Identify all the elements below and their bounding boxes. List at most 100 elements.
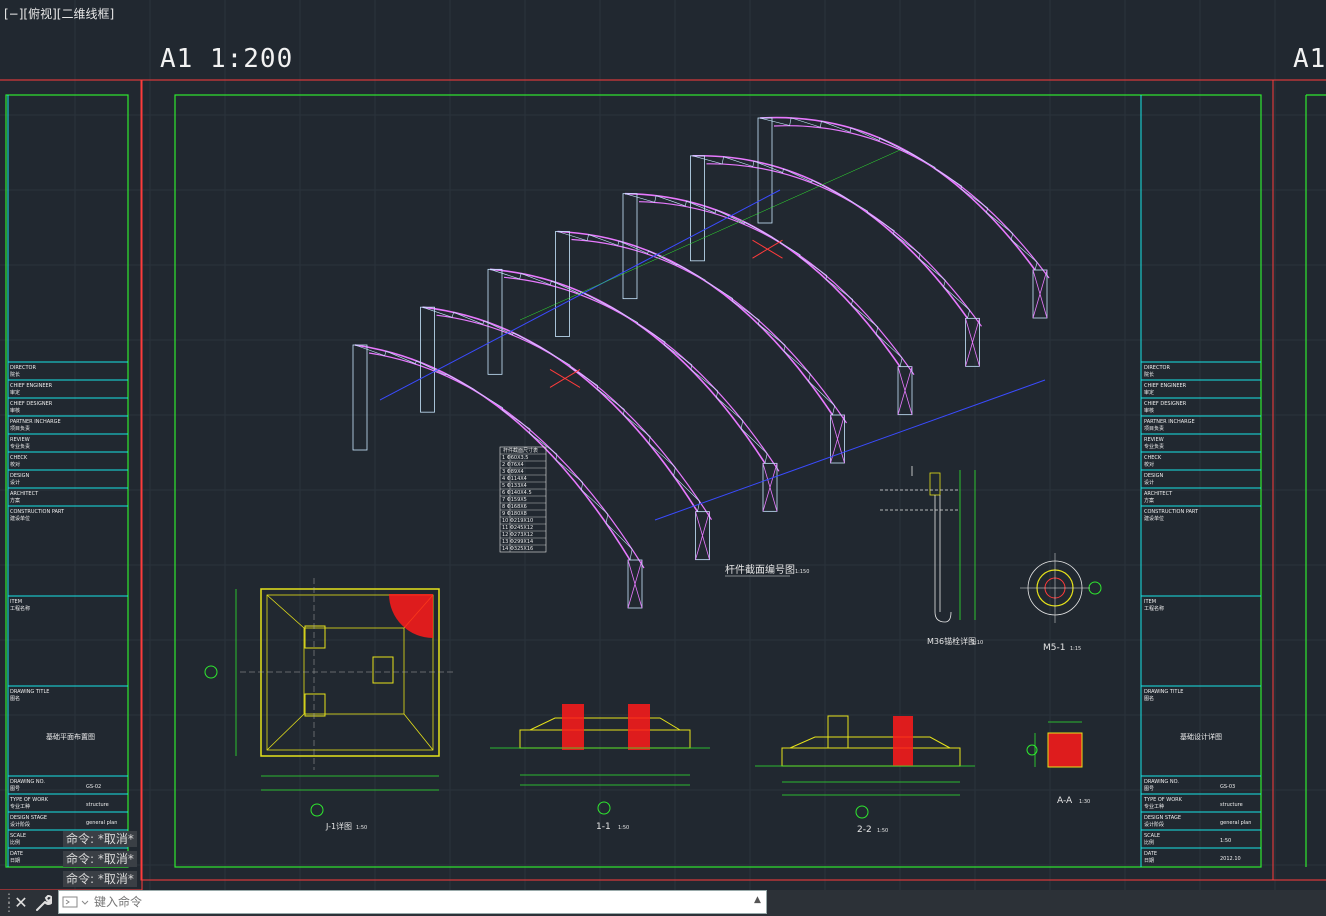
title-block-scale-label-en: SCALE [10, 833, 26, 839]
title-block-role-cn: 项目负责 [10, 425, 30, 432]
title-block-role-en: CHIEF ENGINEER [1144, 383, 1187, 389]
title-block-design-stage-label-cn: 设计阶段 [1144, 821, 1164, 828]
title-block-item-en: ITEM [10, 599, 22, 605]
truss-column-brace [627, 559, 643, 609]
truss-arch-chord [706, 163, 982, 327]
right-title-block-text: DIRECTOR院长 CHIEF ENGINEER审定 CHIEF DESIGNER… [1143, 365, 1251, 864]
title-block-design-stage-value: general plan [86, 820, 117, 826]
close-icon[interactable]: ✕ [13, 893, 29, 913]
title-block-date-label-en: DATE [10, 851, 23, 857]
sheet-label-left: A1 1:200 [160, 44, 294, 74]
command-history-line: 命令: *取消* [63, 831, 137, 847]
member-table-row: 5 Φ133X4 [502, 483, 527, 489]
title-block-role-cn: 方案 [1144, 497, 1154, 504]
member-table-row: 13 Φ299X14 [502, 539, 533, 545]
title-block-scale-label-en: SCALE [1144, 833, 1160, 839]
title-block-role-cn: 专业负责 [1144, 443, 1164, 450]
title-block-role-cn: 设计 [1144, 479, 1154, 486]
drawing-title-value: 基础设计详图 [1180, 732, 1222, 741]
title-block-role-en: DESIGN [10, 473, 30, 479]
caption-plate: M5-1 [1043, 643, 1065, 653]
drawing-canvas[interactable]: DIRECTOR院长CHIEF ENGINEER审定CHIEF DESIGNER… [0, 0, 1326, 890]
title-block-design-stage-label-cn: 设计阶段 [10, 821, 30, 828]
purlin [379, 189, 781, 401]
title-block-scale-label-cn: 比例 [10, 839, 20, 846]
title-block-type-of-work-label-en: TYPE OF WORK [9, 797, 49, 803]
sheet-label-right: A1 [1293, 44, 1326, 74]
truss-web [624, 193, 903, 367]
j1-footing-plan [204, 578, 455, 817]
title-block-role-en: ARCHITECT [1144, 491, 1173, 497]
caption-j1-scale: 1:50 [356, 825, 367, 831]
title-block-drawing-title-en: DRAWING TITLE [1144, 689, 1183, 695]
title-block-drawing-title-cn: 图名 [10, 695, 20, 702]
caption-truss-section-scale: 1:150 [795, 569, 809, 575]
title-block-role-en: CHIEF ENGINEER [10, 383, 53, 389]
truss-arch-chord [571, 238, 847, 424]
truss-web [354, 344, 633, 561]
title-block-role-en: REVIEW [10, 437, 30, 443]
chevron-up-icon[interactable]: ▲ [754, 895, 766, 909]
caption-2-2: 2-2 [857, 825, 872, 835]
title-block-type-of-work-value: structure [86, 802, 109, 808]
title-block-date-value: 2012.10 [1220, 856, 1241, 862]
member-table-row: 11 Φ245X12 [502, 525, 533, 531]
truss-arch-chord [624, 192, 901, 368]
member-table-row: 10 Φ219X10 [502, 518, 533, 524]
caption-anchor-bolt: M36锚栓详图 [927, 636, 976, 646]
caption-a-a: A-A [1057, 796, 1073, 806]
title-block-role-cn: 建设单位 [1144, 515, 1164, 522]
caption-1-1: 1-1 [596, 822, 611, 832]
grip-icon[interactable]: ⋮ ⋮ [3, 892, 15, 913]
title-block-date-label-cn: 日期 [1144, 858, 1154, 864]
left-inner-border [5, 94, 129, 868]
wrench-icon[interactable] [34, 893, 52, 913]
anchor-bolt-detail [880, 466, 976, 623]
title-block-design-stage-value: general plan [1220, 820, 1251, 826]
caption-anchor-bolt-scale: 1:10 [972, 640, 983, 646]
truss-column [420, 306, 435, 413]
viewport-controls-label[interactable]: [−][俯视][二维线框] [4, 5, 114, 22]
title-block-type-of-work-label-en: TYPE OF WORK [1143, 797, 1183, 803]
title-block-role-cn: 审核 [10, 407, 20, 414]
truss-column-brace [695, 511, 710, 560]
title-block-drawing-no-label-en: DRAWING NO. [10, 779, 45, 785]
member-table-row: 7 Φ159X5 [502, 497, 527, 503]
title-block-drawing-title-en: DRAWING TITLE [10, 689, 49, 695]
title-block-role-cn: 院长 [10, 371, 20, 378]
truss-column [487, 268, 503, 375]
title-block-drawing-no-value: GS-03 [1220, 784, 1235, 790]
command-prompt-icon[interactable] [62, 896, 92, 908]
title-block-date-label-cn: 日期 [10, 858, 20, 864]
right-sheet-frame [1272, 79, 1326, 881]
member-table-row: 9 Φ180X8 [502, 511, 527, 517]
command-input[interactable] [94, 892, 744, 912]
member-table-row: 4 Φ114X4 [502, 476, 527, 482]
section-2-2 [755, 715, 975, 819]
title-block-drawing-no-label-cn: 图号 [10, 786, 20, 792]
title-block-type-of-work-label-cn: 专业工种 [1144, 803, 1164, 810]
member-table-row: 3 Φ89X4 [502, 469, 524, 475]
truss-web [692, 155, 970, 319]
title-block-type-of-work-value: structure [1220, 802, 1243, 808]
title-block-item-cn: 工程名称 [1144, 605, 1164, 612]
caption-plate-scale: 1:15 [1070, 646, 1081, 652]
member-table-row: 14 Φ325X16 [502, 546, 533, 552]
caption-1-1-scale: 1:50 [618, 825, 629, 831]
truss-bracing [549, 368, 581, 388]
caption-a-a-scale: 1:30 [1079, 799, 1090, 805]
right-title-block [1140, 95, 1261, 867]
section-a-a [1026, 721, 1083, 768]
title-block-role-en: REVIEW [1144, 437, 1164, 443]
title-block-role-en: CONSTRUCTION PART [10, 509, 65, 515]
caption-truss-section: 杆件截面编号图 [725, 563, 795, 576]
title-block-design-stage-label-en: DESIGN STAGE [1144, 815, 1181, 821]
title-block-design-stage-label-en: DESIGN STAGE [10, 815, 47, 821]
title-block-role-en: DESIGN [1144, 473, 1164, 479]
purlin [654, 379, 1046, 521]
title-block-role-cn: 方案 [10, 497, 20, 504]
truss-bracing [752, 239, 783, 259]
truss-arch-chord [436, 314, 713, 520]
left-title-block [7, 95, 128, 867]
caption-j1: J-1详图 [325, 821, 352, 831]
